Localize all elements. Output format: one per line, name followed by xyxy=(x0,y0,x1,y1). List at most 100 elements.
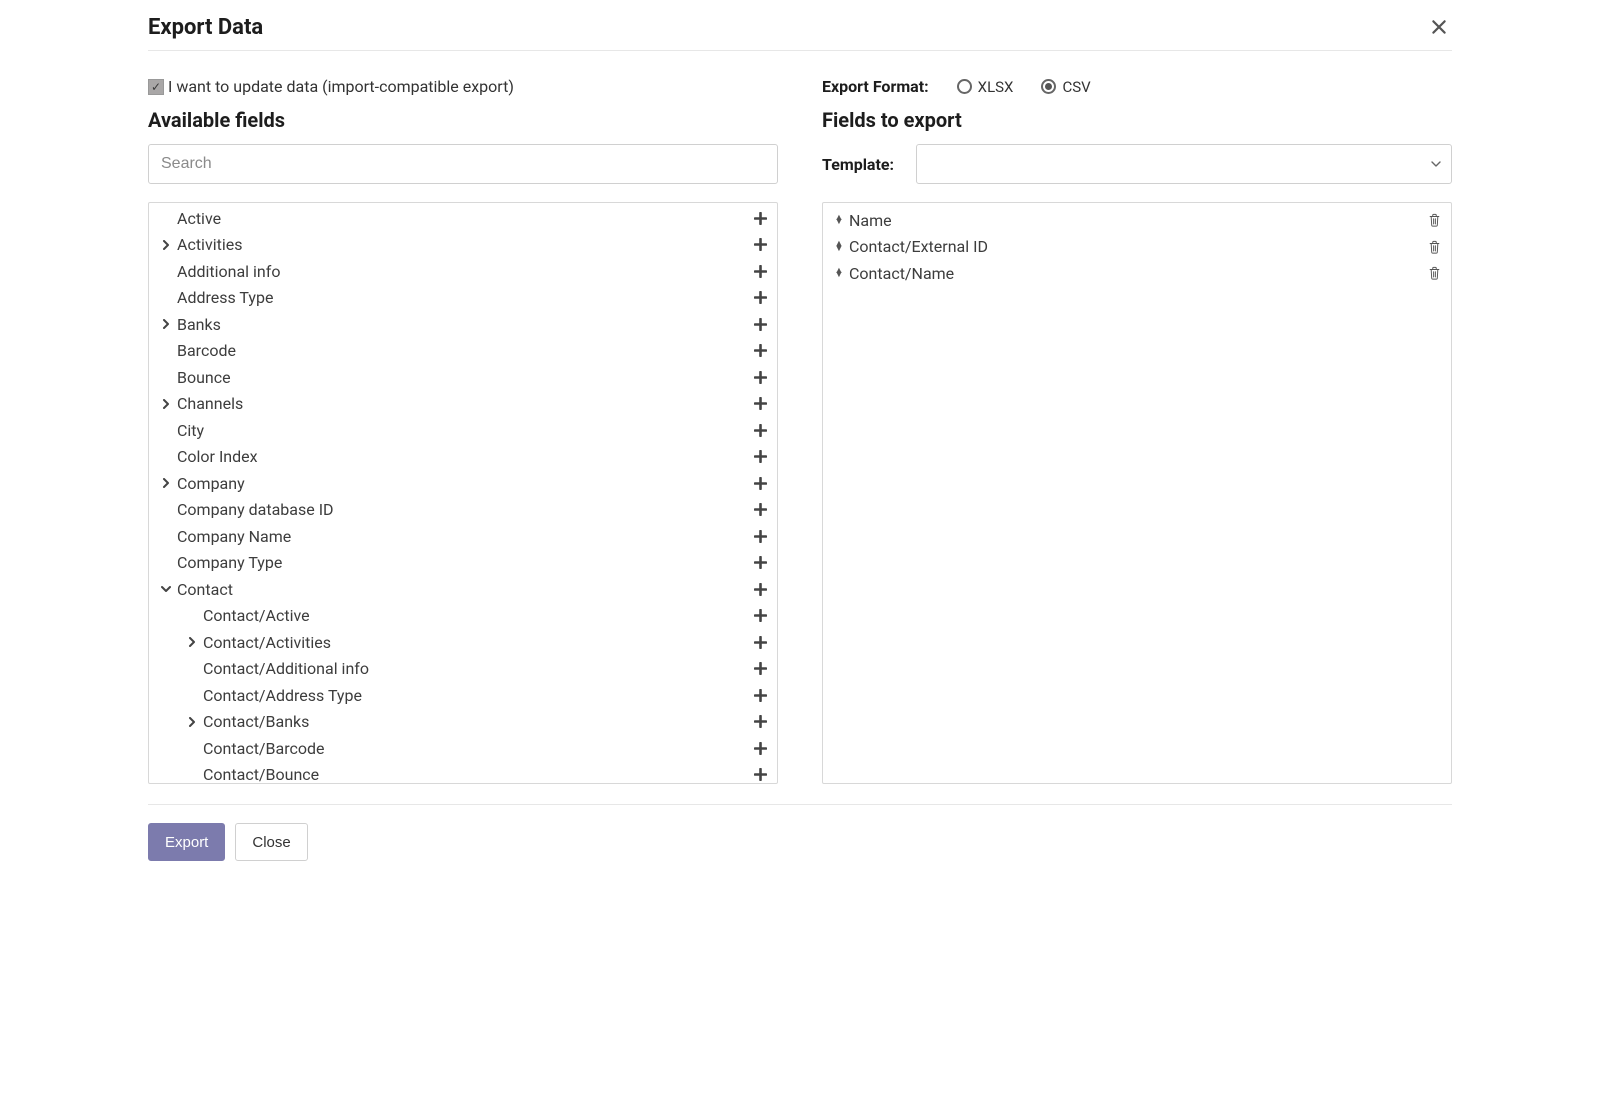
plus-icon[interactable] xyxy=(751,713,769,731)
chevron-right-icon[interactable] xyxy=(159,240,173,250)
plus-icon[interactable] xyxy=(751,421,769,439)
export-data-dialog: Export Data ✓ I want to update data (imp… xyxy=(148,6,1452,881)
chevron-down-icon[interactable] xyxy=(159,584,173,594)
tree-item-label: Contact/Banks xyxy=(199,712,751,731)
trash-icon[interactable] xyxy=(1425,264,1443,282)
export-field-row[interactable]: ▲▼Contact/Name xyxy=(831,260,1443,287)
export-button[interactable]: Export xyxy=(148,823,225,861)
tree-row[interactable]: Company Name xyxy=(149,523,777,550)
tree-item-label: Banks xyxy=(173,315,751,334)
plus-icon[interactable] xyxy=(751,395,769,413)
chevron-right-icon[interactable] xyxy=(159,478,173,488)
plus-icon[interactable] xyxy=(751,262,769,280)
checkbox-icon: ✓ xyxy=(148,79,164,95)
plus-icon[interactable] xyxy=(751,501,769,519)
dialog-body: ✓ I want to update data (import-compatib… xyxy=(148,51,1452,784)
tree-row[interactable]: Contact/Barcode xyxy=(149,735,777,762)
plus-icon[interactable] xyxy=(751,474,769,492)
tree-row[interactable]: Contact xyxy=(149,576,777,603)
tree-item-label: Company xyxy=(173,474,751,493)
tree-row[interactable]: Channels xyxy=(149,391,777,418)
tree-row[interactable]: Additional info xyxy=(149,258,777,285)
tree-row[interactable]: Active xyxy=(149,205,777,232)
import-compatible-checkbox[interactable]: ✓ I want to update data (import-compatib… xyxy=(148,77,778,96)
radio-icon xyxy=(1041,79,1056,94)
tree-row[interactable]: Contact/Bounce xyxy=(149,762,777,785)
chevron-right-icon[interactable] xyxy=(159,399,173,409)
plus-icon[interactable] xyxy=(751,580,769,598)
plus-icon[interactable] xyxy=(751,554,769,572)
tree-row[interactable]: Company database ID xyxy=(149,497,777,524)
dialog-footer: Export Close xyxy=(148,804,1452,881)
plus-icon[interactable] xyxy=(751,607,769,625)
tree-row[interactable]: Contact/Banks xyxy=(149,709,777,736)
export-format-option[interactable]: CSV xyxy=(1041,78,1090,96)
plus-icon[interactable] xyxy=(751,236,769,254)
available-fields-title: Available fields xyxy=(148,108,778,132)
trash-icon[interactable] xyxy=(1425,211,1443,229)
tree-item-label: Contact/Address Type xyxy=(199,686,751,705)
tree-item-label: Company Type xyxy=(173,553,751,572)
chevron-right-icon[interactable] xyxy=(185,637,199,647)
tree-row[interactable]: Color Index xyxy=(149,444,777,471)
tree-row[interactable]: Activities xyxy=(149,232,777,259)
tree-row[interactable]: City xyxy=(149,417,777,444)
close-icon[interactable] xyxy=(1426,14,1452,40)
plus-icon[interactable] xyxy=(751,448,769,466)
tree-item-label: Company Name xyxy=(173,527,751,546)
radio-label: XLSX xyxy=(978,78,1014,96)
fields-to-export-column: Export Format: XLSXCSV Fields to export … xyxy=(822,77,1452,784)
drag-handle-icon[interactable]: ▲▼ xyxy=(831,216,847,225)
tree-row[interactable]: Contact/Additional info xyxy=(149,656,777,683)
plus-icon[interactable] xyxy=(751,527,769,545)
tree-item-label: Company database ID xyxy=(173,500,751,519)
drag-handle-icon[interactable]: ▲▼ xyxy=(831,269,847,278)
tree-item-label: City xyxy=(173,421,751,440)
chevron-right-icon[interactable] xyxy=(185,717,199,727)
export-field-row[interactable]: ▲▼Contact/External ID xyxy=(831,234,1443,261)
tree-row[interactable]: Contact/Activities xyxy=(149,629,777,656)
plus-icon[interactable] xyxy=(751,739,769,757)
plus-icon[interactable] xyxy=(751,633,769,651)
export-field-label: Contact/Name xyxy=(847,264,1425,283)
tree-row[interactable]: Contact/Active xyxy=(149,603,777,630)
plus-icon[interactable] xyxy=(751,686,769,704)
import-compatible-label: I want to update data (import-compatible… xyxy=(168,77,514,96)
plus-icon[interactable] xyxy=(751,289,769,307)
export-format-option[interactable]: XLSX xyxy=(957,78,1014,96)
tree-row[interactable]: Address Type xyxy=(149,285,777,312)
trash-icon[interactable] xyxy=(1425,238,1443,256)
close-button[interactable]: Close xyxy=(235,823,307,861)
fields-to-export-list[interactable]: ▲▼Name▲▼Contact/External ID▲▼Contact/Nam… xyxy=(822,202,1452,784)
tree-row[interactable]: Company xyxy=(149,470,777,497)
radio-label: CSV xyxy=(1062,78,1090,96)
tree-item-label: Bounce xyxy=(173,368,751,387)
tree-item-label: Activities xyxy=(173,235,751,254)
tree-item-label: Address Type xyxy=(173,288,751,307)
template-label: Template: xyxy=(822,155,894,174)
tree-item-label: Channels xyxy=(173,394,751,413)
search-input[interactable] xyxy=(148,144,778,184)
dialog-header: Export Data xyxy=(148,6,1452,50)
drag-handle-icon[interactable]: ▲▼ xyxy=(831,242,847,251)
tree-row[interactable]: Contact/Address Type xyxy=(149,682,777,709)
tree-row[interactable]: Bounce xyxy=(149,364,777,391)
export-field-row[interactable]: ▲▼Name xyxy=(831,207,1443,234)
plus-icon[interactable] xyxy=(751,766,769,784)
plus-icon[interactable] xyxy=(751,342,769,360)
plus-icon[interactable] xyxy=(751,315,769,333)
export-field-label: Name xyxy=(847,211,1425,230)
plus-icon[interactable] xyxy=(751,660,769,678)
tree-row[interactable]: Barcode xyxy=(149,338,777,365)
available-fields-tree[interactable]: Active Activities Additional info Address T… xyxy=(148,202,778,784)
template-row: Template: xyxy=(822,144,1452,184)
plus-icon[interactable] xyxy=(751,368,769,386)
export-format-radio-group: XLSX CSV xyxy=(957,78,1091,96)
plus-icon[interactable] xyxy=(751,209,769,227)
tree-item-label: Color Index xyxy=(173,447,751,466)
tree-row[interactable]: Banks xyxy=(149,311,777,338)
tree-row[interactable]: Company Type xyxy=(149,550,777,577)
template-select[interactable] xyxy=(916,144,1452,184)
export-field-label: Contact/External ID xyxy=(847,237,1425,256)
chevron-right-icon[interactable] xyxy=(159,319,173,329)
